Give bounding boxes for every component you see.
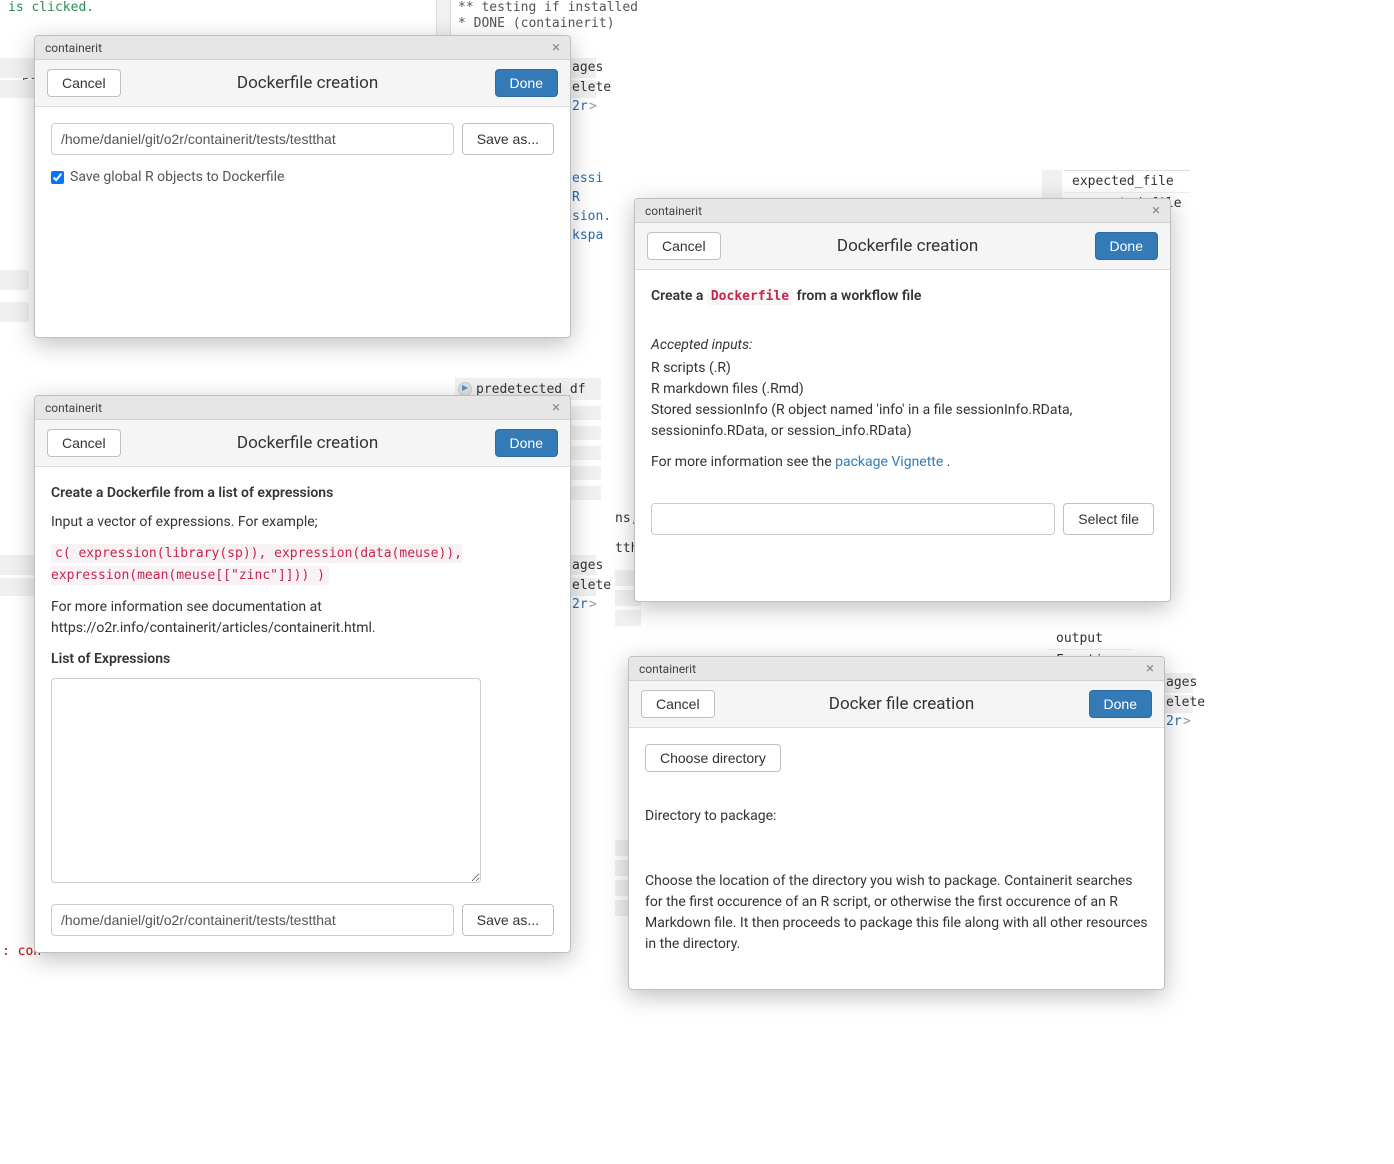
bg-text: sion. — [572, 209, 611, 224]
create-text-suffix: from a workflow file — [793, 288, 921, 304]
dialog-title: Docker file creation — [715, 694, 1089, 714]
checkbox-label: Save global R objects to Dockerfile — [70, 169, 284, 185]
accepted-line: Stored sessionInfo (R object named 'info… — [651, 400, 1154, 442]
accepted-inputs-label: Accepted inputs: — [651, 337, 752, 353]
create-text-prefix: Create a — [651, 288, 707, 304]
path-input[interactable] — [51, 904, 454, 936]
done-button[interactable]: Done — [1095, 232, 1158, 260]
save-as-button[interactable]: Save as... — [462, 123, 554, 155]
bg-text: 2r — [572, 597, 588, 612]
env-row: expected_file — [1064, 171, 1190, 193]
dialog-title: Dockerfile creation — [121, 433, 495, 453]
path-input[interactable] — [51, 123, 454, 155]
more-info-prefix: For more information see the — [651, 454, 835, 470]
bg-text: ages — [1166, 675, 1197, 690]
done-button[interactable]: Done — [495, 429, 558, 457]
accepted-line: R scripts (.R) — [651, 358, 1154, 379]
more-info-text: For more information see documentation a… — [51, 597, 381, 639]
bg-text: kspa — [572, 228, 603, 243]
dir-label: Directory to package: — [645, 806, 1148, 827]
close-icon[interactable]: × — [552, 400, 560, 415]
cancel-button[interactable]: Cancel — [47, 429, 121, 457]
close-icon[interactable]: × — [1152, 203, 1160, 218]
list-label: List of Expressions — [51, 649, 554, 670]
bg-text: 2r — [572, 99, 588, 114]
window-title: containerit — [645, 204, 702, 218]
file-input[interactable] — [651, 503, 1055, 535]
bg-text: ages — [572, 558, 603, 573]
dir-description: Choose the location of the directory you… — [645, 871, 1148, 955]
close-icon[interactable]: × — [552, 40, 560, 55]
window-title: containerit — [639, 662, 696, 676]
bg-text: > — [589, 597, 597, 612]
close-icon[interactable]: × — [1146, 661, 1154, 676]
bg-text: > — [1183, 714, 1191, 729]
dockerfile-code: Dockerfile — [707, 288, 793, 305]
bg-text: elete — [572, 578, 611, 593]
intro-text: Input a vector of expressions. For examp… — [51, 512, 554, 533]
bg-text: elete — [572, 80, 611, 95]
bg-text: R — [572, 190, 580, 205]
window-title: containerit — [45, 41, 102, 55]
choose-directory-button[interactable]: Choose directory — [645, 744, 781, 772]
select-file-button[interactable]: Select file — [1063, 503, 1154, 535]
code-example: c( expression(library(sp)), expression(d… — [51, 544, 462, 585]
cancel-button[interactable]: Cancel — [47, 69, 121, 97]
accepted-line: R markdown files (.Rmd) — [651, 379, 1154, 400]
done-button[interactable]: Done — [495, 69, 558, 97]
dockerfile-dialog-workflow: containerit × Cancel Dockerfile creation… — [634, 198, 1171, 602]
run-icon — [458, 382, 472, 396]
save-as-button[interactable]: Save as... — [462, 904, 554, 936]
bg-text: ** testing if installed — [458, 0, 638, 15]
bg-text: essi — [572, 171, 603, 186]
dockerfile-dialog-dir: containerit × Cancel Docker file creatio… — [628, 656, 1165, 990]
bg-text: * DONE (containerit) — [458, 16, 615, 31]
bg-text: ages — [572, 60, 603, 75]
cancel-button[interactable]: Cancel — [641, 690, 715, 718]
save-global-checkbox[interactable]: Save global R objects to Dockerfile — [51, 169, 554, 185]
dockerfile-dialog-expr: containerit × Cancel Dockerfile creation… — [34, 395, 571, 953]
window-title: containerit — [45, 401, 102, 415]
subheading: Create a Dockerfile from a list of expre… — [51, 483, 554, 504]
env-row: output — [1048, 628, 1134, 650]
more-info-suffix: . — [943, 454, 950, 470]
expressions-textarea[interactable] — [51, 678, 481, 883]
bg-text: is clicked. — [8, 0, 94, 15]
bg-text: 2r — [1166, 714, 1182, 729]
dialog-title: Dockerfile creation — [121, 73, 495, 93]
done-button[interactable]: Done — [1089, 690, 1152, 718]
vignette-link[interactable]: package Vignette — [835, 454, 943, 470]
save-global-checkbox-input[interactable] — [51, 171, 64, 184]
bg-text: elete — [1166, 695, 1205, 710]
cancel-button[interactable]: Cancel — [647, 232, 721, 260]
dialog-title: Dockerfile creation — [721, 236, 1095, 256]
dockerfile-dialog-save: containerit × Cancel Dockerfile creation… — [34, 35, 571, 338]
bg-text: > — [589, 99, 597, 114]
